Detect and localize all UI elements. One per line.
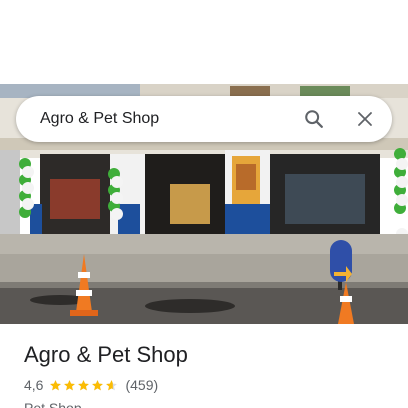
star-icon xyxy=(92,379,104,390)
place-title: Agro & Pet Shop xyxy=(24,342,188,367)
search-icon[interactable] xyxy=(298,103,330,135)
star-icon xyxy=(50,379,62,390)
star-icon xyxy=(64,379,76,390)
rating-value: 4,6 xyxy=(24,377,44,393)
close-icon[interactable] xyxy=(349,103,381,135)
review-count[interactable]: (459) xyxy=(125,377,158,393)
search-input[interactable]: Agro & Pet Shop xyxy=(40,96,159,142)
place-category[interactable]: Pet Shop xyxy=(24,400,82,408)
rating-row[interactable]: 4,6 (459) xyxy=(24,376,158,394)
search-bar[interactable]: Agro & Pet Shop xyxy=(16,96,392,142)
star-icon xyxy=(106,379,118,390)
maps-place-page: Agro & Pet Shop Agro & Pet Shop 4,6 (459… xyxy=(0,0,408,408)
rating-stars xyxy=(49,379,119,392)
place-info-panel: Agro & Pet Shop 4,6 (459) Pet Shop xyxy=(0,324,408,408)
star-icon xyxy=(78,379,90,390)
